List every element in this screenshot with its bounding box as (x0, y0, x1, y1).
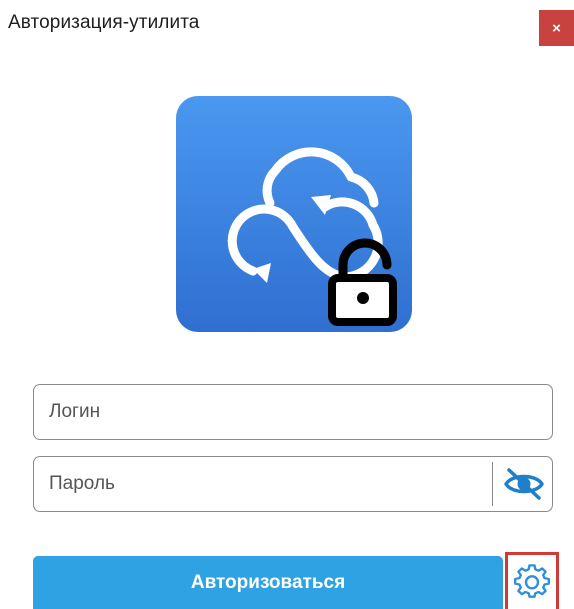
login-input[interactable] (34, 385, 552, 439)
cloud-sync-lock-icon (176, 96, 412, 332)
title-bar: Авторизация-утилита × (0, 0, 574, 56)
close-button[interactable]: × (539, 10, 574, 46)
gear-icon (514, 564, 550, 598)
authorize-button[interactable]: Авторизоваться (33, 556, 503, 609)
login-field[interactable] (33, 384, 553, 440)
password-field[interactable] (33, 456, 553, 512)
app-logo (175, 95, 413, 333)
password-visibility-toggle[interactable] (498, 463, 550, 505)
close-icon: × (552, 19, 561, 37)
window-title: Авторизация-утилита (8, 12, 200, 33)
eye-slash-icon (504, 468, 544, 500)
settings-button[interactable] (505, 552, 559, 609)
password-input[interactable] (34, 457, 489, 511)
field-divider (492, 462, 493, 506)
